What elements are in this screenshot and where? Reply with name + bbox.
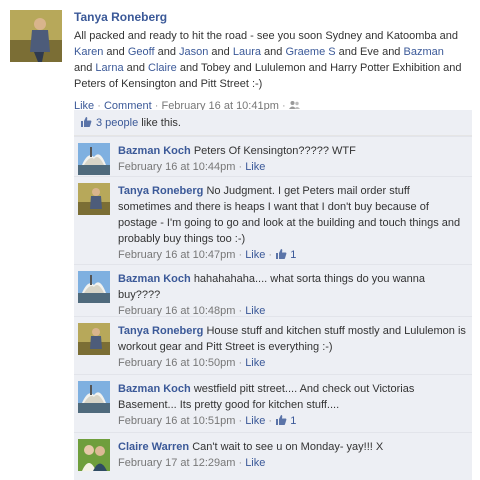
likes-suffix: like this. [141, 116, 181, 129]
comment-item: Tanya Roneberg House stuff and kitchen s… [74, 316, 472, 377]
comment-text: Can't wait to see u on Monday- yay!!! X [192, 441, 384, 453]
comment-text: Peters Of Kensington????? WTF [193, 145, 356, 157]
tagged-friend-link[interactable]: Claire [148, 62, 177, 74]
likes-count-link[interactable]: 3 people [96, 117, 138, 129]
avatar-photo [10, 10, 62, 62]
tagged-friend-link[interactable]: Laura [233, 46, 261, 58]
separator-dot: · [235, 249, 246, 261]
post-text-segment: and [260, 46, 286, 58]
commenter-avatar[interactable] [78, 323, 110, 355]
comment-item: Bazman Koch Peters Of Kensington????? WT… [74, 136, 472, 181]
post-message: All packed and ready to hit the road - s… [74, 28, 464, 92]
comment-timestamp[interactable]: February 16 at 10:44pm [118, 161, 235, 173]
commenter-avatar[interactable] [78, 143, 110, 175]
separator-dot: · [235, 161, 246, 173]
post-text-segment: and [154, 46, 180, 58]
comment-meta: February 16 at 10:51pm · Like · 1 [118, 413, 466, 429]
comment-meta: February 17 at 12:29am · Like [118, 455, 466, 471]
separator-dot: · [235, 357, 246, 369]
post-text-segment: and [123, 62, 149, 74]
separator-dot: · [235, 415, 246, 427]
comment-like-link[interactable]: Like [245, 457, 265, 469]
comment-meta: February 16 at 10:44pm · Like [118, 159, 466, 175]
commenter-avatar[interactable] [78, 381, 110, 413]
comment-like-link[interactable]: Like [245, 357, 265, 369]
comment-item: Claire Warren Can't wait to see u on Mon… [74, 432, 472, 477]
comment-timestamp[interactable]: February 16 at 10:50pm [118, 357, 235, 369]
comment-meta: February 16 at 10:47pm · Like · 1 [118, 247, 466, 263]
post-text-segment: and [208, 46, 233, 58]
post-author-avatar[interactable] [10, 10, 62, 62]
thumbs-up-icon[interactable] [275, 415, 287, 427]
commenter-avatar[interactable] [78, 439, 110, 471]
tagged-friend-link[interactable]: Bazman [403, 46, 443, 58]
comment-author-link[interactable]: Claire Warren [118, 441, 189, 453]
thumbs-up-icon [80, 116, 92, 129]
comments-section: 3 people like this. Bazman Koch Peters O… [74, 110, 472, 480]
comment-timestamp[interactable]: February 16 at 10:51pm [118, 415, 235, 427]
tagged-friend-link[interactable]: Jason [179, 46, 208, 58]
comment-like-count[interactable]: 1 [287, 249, 296, 261]
tagged-friend-link[interactable]: Graeme S [285, 46, 335, 58]
likes-summary: 3 people like this. [74, 110, 472, 136]
tagged-friend-link[interactable]: Karen [74, 46, 103, 58]
comment-like-link[interactable]: Like [245, 161, 265, 173]
tagged-friend-link[interactable]: Larna [95, 62, 123, 74]
commenter-avatar[interactable] [78, 183, 110, 215]
separator-dot: · [265, 249, 276, 261]
comment-author-link[interactable]: Tanya Roneberg [118, 185, 203, 197]
comment-timestamp[interactable]: February 17 at 12:29am [118, 457, 235, 469]
commenter-avatar[interactable] [78, 271, 110, 303]
comment-like-link[interactable]: Like [245, 249, 265, 261]
comment-author-link[interactable]: Bazman Koch [118, 145, 191, 157]
comment-like-link[interactable]: Like [245, 415, 265, 427]
post-text-segment: and [74, 62, 96, 74]
separator-dot: · [265, 415, 276, 427]
separator-dot: · [235, 457, 246, 469]
post-text-segment: All packed and ready to hit the road - s… [74, 30, 459, 42]
comment-item: Tanya Roneberg No Judgment. I get Peters… [74, 176, 472, 269]
tagged-friend-link[interactable]: Geoff [128, 46, 155, 58]
comment-timestamp[interactable]: February 16 at 10:47pm [118, 249, 235, 261]
comment-author-link[interactable]: Bazman Koch [118, 273, 191, 285]
post-text-segment: and Eve and [335, 46, 404, 58]
comment-author-link[interactable]: Bazman Koch [118, 383, 191, 395]
comment-like-count[interactable]: 1 [287, 415, 296, 427]
comment-item: Bazman Koch westfield pitt street.... An… [74, 374, 472, 435]
post-author-name[interactable]: Tanya Roneberg [74, 10, 464, 24]
post-text-segment: and [103, 46, 128, 58]
comment-author-link[interactable]: Tanya Roneberg [118, 325, 203, 337]
comment-meta: February 16 at 10:50pm · Like [118, 355, 466, 371]
thumbs-up-icon[interactable] [275, 249, 287, 261]
